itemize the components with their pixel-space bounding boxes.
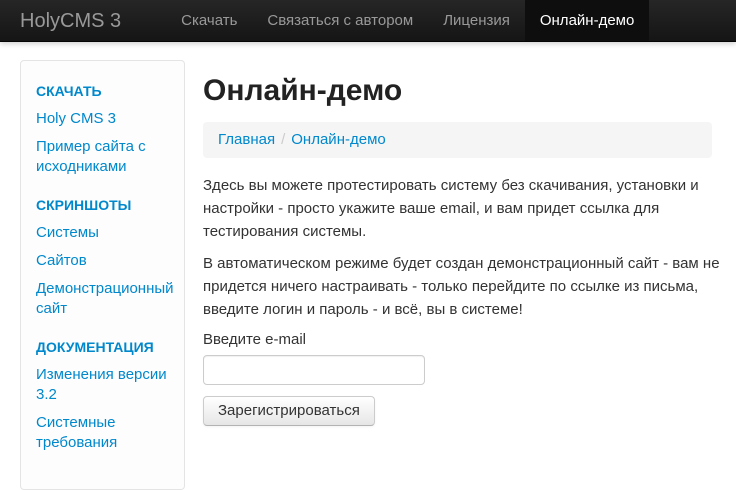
- page-title: Онлайн-демо: [203, 74, 403, 107]
- register-button[interactable]: Зарегистрироваться: [203, 396, 375, 426]
- email-label: Введите e-mail: [203, 331, 307, 348]
- top-navbar: HolyCMS 3 Скачать Связаться с автором Ли…: [0, 0, 736, 42]
- nav-item-license[interactable]: Лицензия: [428, 0, 525, 41]
- sidebar-header-download: СКАЧАТЬ: [36, 83, 102, 99]
- sidebar-item-screenshots-system[interactable]: Системы: [36, 223, 169, 243]
- nav-item-online-demo[interactable]: Онлайн-демо: [524, 0, 650, 41]
- sidebar-header-documentation: ДОКУМЕНТАЦИЯ: [36, 339, 154, 355]
- main-nav: Скачать Связаться с автором Лицензия Онл…: [166, 0, 650, 41]
- sidebar-item-screenshots-sites[interactable]: Сайтов: [36, 251, 169, 271]
- breadcrumb: Главная / Онлайн-демо: [203, 122, 712, 158]
- intro-paragraph: Здесь вы можете протестировать систему б…: [203, 177, 699, 240]
- email-field[interactable]: [203, 355, 425, 385]
- brand-logo[interactable]: HolyCMS 3: [0, 0, 141, 41]
- sidebar: СКАЧАТЬ Holy CMS 3 Пример сайта с исходн…: [20, 60, 185, 490]
- sidebar-header-screenshots: СКРИНШОТЫ: [36, 197, 132, 213]
- demo-registration-form: Введите e-mail Зарегистрироваться: [203, 330, 736, 426]
- nav-item-contact-author[interactable]: Связаться с автором: [252, 0, 428, 41]
- sidebar-item-system-requirements[interactable]: Системные требования: [36, 413, 169, 453]
- breadcrumb-current[interactable]: Онлайн-демо: [291, 131, 385, 148]
- breadcrumb-home[interactable]: Главная: [218, 131, 275, 148]
- sidebar-item-demo-site[interactable]: Демонстрационный сайт: [36, 279, 174, 319]
- auto-mode-paragraph: В автоматическом режиме будет создан дем…: [203, 255, 720, 318]
- main-content: Онлайн-демо Главная / Онлайн-демо Здесь вы…: [203, 42, 736, 426]
- nav-item-download[interactable]: Скачать: [166, 0, 252, 41]
- sidebar-item-holy-cms-3[interactable]: Holy CMS 3: [36, 109, 169, 129]
- sidebar-item-changelog-3-2[interactable]: Изменения версии 3.2: [36, 365, 169, 405]
- sidebar-item-example-site-sources[interactable]: Пример сайта с исходниками: [36, 137, 169, 177]
- breadcrumb-separator: /: [281, 131, 286, 148]
